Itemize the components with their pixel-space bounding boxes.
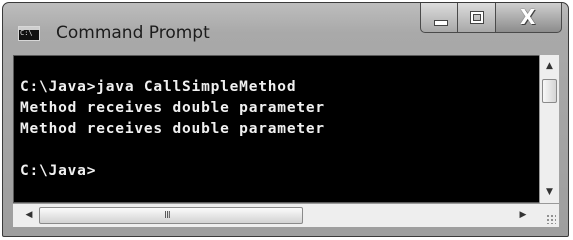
caption-buttons: X [420,3,562,34]
console-output[interactable]: C:\Java>java CallSimpleMethod Method rec… [20,77,325,182]
console-line: Method receives double parameter [20,121,325,137]
console-line: C:\Java>java CallSimpleMethod [20,79,297,95]
maximize-button[interactable] [458,3,496,33]
maximize-icon [470,11,484,24]
horizontal-scrollbar[interactable]: ◀ III ▶ [13,203,539,227]
close-icon: X [520,5,536,29]
command-prompt-icon[interactable]: C:\ [18,26,40,41]
chevron-up-icon: ▲ [546,61,553,71]
title-bar[interactable]: C:\ Command Prompt X [3,3,568,55]
window-title: Command Prompt [56,23,210,43]
console-prompt-line: C:\Java> [20,163,97,179]
scroll-grip-icon: III [164,210,171,221]
chevron-right-icon: ▶ [519,210,527,220]
resize-grip-icon[interactable] [539,203,559,227]
scroll-right-button[interactable]: ▶ [513,204,533,227]
vertical-scroll-thumb[interactable] [542,79,557,103]
console-area[interactable]: C:\Java>java CallSimpleMethod Method rec… [13,55,559,203]
console-line: Method receives double parameter [20,100,325,116]
horizontal-scroll-thumb[interactable]: III [39,207,303,224]
scroll-down-button[interactable]: ▼ [540,183,559,201]
vertical-scrollbar[interactable]: ▲ ▼ [539,55,559,203]
scroll-up-button[interactable]: ▲ [540,57,559,75]
scroll-left-button[interactable]: ◀ [19,204,39,227]
minimize-button[interactable] [420,3,458,33]
chevron-left-icon: ◀ [25,210,33,220]
command-prompt-window: C:\ Command Prompt X C:\Java>java CallSi… [2,2,569,237]
close-button[interactable]: X [496,3,562,33]
minimize-icon [434,20,448,26]
chevron-down-icon: ▼ [546,187,553,197]
